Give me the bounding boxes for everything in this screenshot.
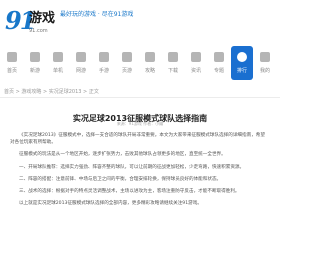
guides-icon [145,52,155,62]
nav-item-guides[interactable]: 攻略 [139,46,161,80]
nav-item-ranking[interactable]: 排行 [231,46,253,80]
site-header: 91 游戏 91.com 最好玩的游戏 · 尽在91游戏 [0,0,280,44]
ranking-icon [237,52,247,62]
article-paragraph: 一、开局球队推荐：选择实力强劲、阵容齐整的球队，可以让前期的征战更加轻松，少走弯… [19,164,245,170]
new-games-icon [30,52,40,62]
nav-item-label: 专题 [213,68,224,74]
article-paragraph: 征服模式的玩法是从一个地区开始，逐步扩张势力，击败其他球队占领更多的地区，直至统… [19,152,226,158]
nav-item-label: 排行 [236,68,247,74]
nav-item-label: 攻略 [144,68,155,74]
nav-item-download[interactable]: 下载 [162,46,184,80]
news-icon [191,52,201,62]
logo-text: 游戏 [29,11,56,26]
breadcrumb[interactable]: 首页 > 游戏攻略 > 实况足球2013 > 正文 [4,89,99,95]
home-icon [7,52,17,62]
nav-item-single-player[interactable]: 单机 [47,46,69,80]
nav-item-label: 我的 [259,68,270,74]
nav-item-home[interactable]: 首页 [1,46,23,80]
article-meta: 来源：91游戏 作者：小编 [116,121,164,126]
nav-item-mobile-games[interactable]: 手游 [93,46,115,80]
profile-icon [260,52,270,62]
online-games-icon [76,52,86,62]
nav-item-web-games[interactable]: 页游 [116,46,138,80]
nav-item-label: 资讯 [190,68,201,74]
article-paragraph: 以上就是实况足球2013征服模式球队选择的全部内容，更多精彩攻略请继续关注91游… [19,201,202,207]
web-games-icon [122,52,132,62]
main-nav: 首页 新游 单机 网游 手游 页游 攻略 下载 资讯 专题 排行 我的 [0,44,280,82]
nav-item-label: 页游 [121,68,132,74]
nav-item-news[interactable]: 资讯 [185,46,207,80]
download-icon [168,52,178,62]
site-logo[interactable]: 91 游戏 91.com [5,7,57,41]
single-player-icon [53,52,63,62]
topics-icon [214,52,224,62]
nav-item-topics[interactable]: 专题 [208,46,230,80]
nav-item-profile[interactable]: 我的 [254,46,276,80]
nav-item-label: 网游 [75,68,86,74]
mobile-games-icon [99,52,109,62]
nav-item-new-games[interactable]: 新游 [24,46,46,80]
divider [0,97,280,98]
nav-item-label: 首页 [6,68,17,74]
nav-item-label: 下载 [167,68,178,74]
site-slogan: 最好玩的游戏 · 尽在91游戏 [60,11,134,18]
article-paragraph: 《实况足球2013》征服模式中，选择一支合适的球队开局非常重要。本文为大家带来征… [10,133,265,146]
article-paragraph: 三、战术的选择：根据对手的特点灵活调整战术，主场以进攻为主，客场注重防守反击，才… [19,189,240,195]
article-paragraph: 二、阵容的搭配：注意前锋、中场与后卫之间的平衡，合理安排轮换，保持球员良好的体能… [19,176,222,182]
nav-item-label: 单机 [52,68,63,74]
nav-item-label: 新游 [29,68,40,74]
article-body: 《实况足球2013》征服模式中，选择一支合适的球队开局非常重要。本文为大家带来征… [10,132,268,260]
nav-item-label: 手游 [98,68,109,74]
logo-subtext: 91.com [29,28,48,34]
nav-item-online-games[interactable]: 网游 [70,46,92,80]
